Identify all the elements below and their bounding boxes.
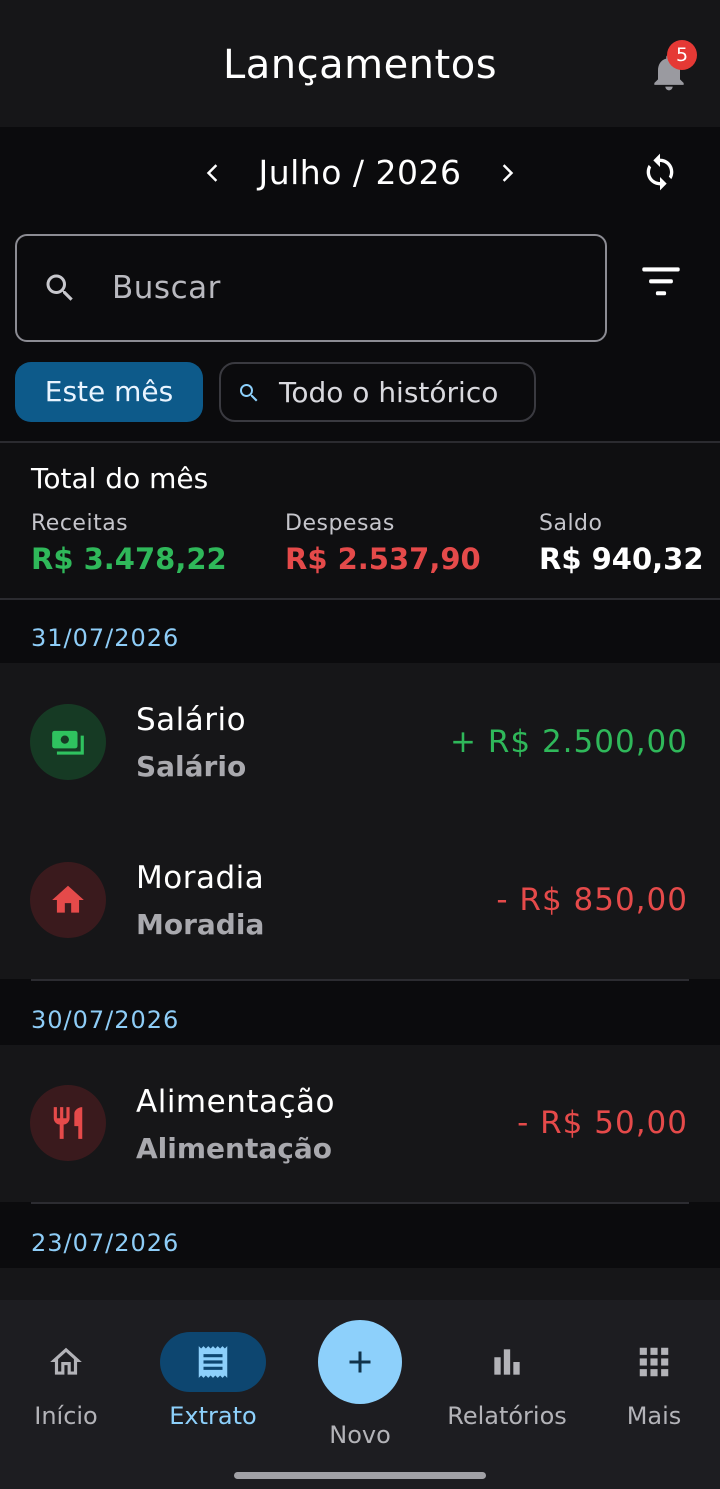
transaction-icon [30, 704, 106, 780]
filter-icon[interactable] [640, 264, 682, 298]
chip-all-history-label: Todo o histórico [279, 376, 499, 409]
transaction-amount: - R$ 50,00 [517, 1105, 688, 1141]
income-value: R$ 3.478,22 [31, 542, 227, 576]
transaction-amount: - R$ 850,00 [496, 882, 688, 918]
divider [31, 979, 689, 981]
grid-icon [639, 1347, 669, 1377]
bar-chart-icon [494, 1349, 520, 1375]
chip-current-month[interactable]: Este mês [15, 362, 203, 422]
date-header: 30/07/2026 [31, 1006, 180, 1034]
page-title: Lançamentos [222, 42, 498, 88]
home-indicator[interactable] [234, 1472, 486, 1479]
home-icon [52, 885, 84, 913]
transaction-category: Alimentação [136, 1132, 332, 1165]
transaction-category: Salário [136, 750, 247, 783]
search-icon [240, 384, 258, 402]
chip-all-history[interactable]: Todo o histórico [219, 362, 536, 422]
plus-icon [349, 1351, 371, 1373]
refresh-icon[interactable] [640, 152, 680, 192]
notification-badge: 5 [667, 40, 697, 70]
nav-label-statement: Extrato [169, 1402, 257, 1430]
nav-label-more: Mais [626, 1402, 682, 1430]
transaction-icon [30, 862, 106, 938]
transaction-category: Moradia [136, 908, 265, 941]
home-outline-icon [50, 1347, 82, 1375]
expense-label: Despesas [285, 511, 395, 536]
summary-title: Total do mês [31, 462, 209, 495]
divider [0, 598, 720, 600]
transaction-title: Moradia [136, 860, 265, 896]
money-icon [52, 730, 84, 755]
transaction-icon [30, 1085, 106, 1161]
divider [31, 1202, 689, 1204]
transaction-group-card [0, 663, 720, 979]
month-label: Julho / 2026 [258, 153, 462, 192]
balance-value: R$ 940,32 [539, 542, 704, 576]
transaction-amount: + R$ 2.500,00 [450, 724, 688, 760]
nav-label-home: Início [34, 1402, 98, 1430]
chevron-right-icon[interactable] [492, 158, 522, 188]
transaction-title: Alimentação [136, 1084, 336, 1120]
search-icon [46, 274, 73, 301]
transaction-title: Salário [136, 702, 247, 738]
expense-value: R$ 2.537,90 [285, 542, 481, 576]
nav-label-new: Novo [329, 1421, 391, 1449]
fork-knife-icon [53, 1107, 83, 1139]
chevron-left-icon[interactable] [198, 158, 228, 188]
new-entry-button[interactable] [318, 1320, 402, 1404]
date-header: 23/07/2026 [31, 1229, 180, 1257]
nav-label-reports: Relatórios [447, 1402, 567, 1430]
income-label: Receitas [31, 511, 129, 536]
search-input[interactable] [112, 262, 582, 314]
date-header: 31/07/2026 [31, 624, 180, 652]
receipt-icon [198, 1346, 228, 1378]
balance-label: Saldo [539, 511, 603, 536]
